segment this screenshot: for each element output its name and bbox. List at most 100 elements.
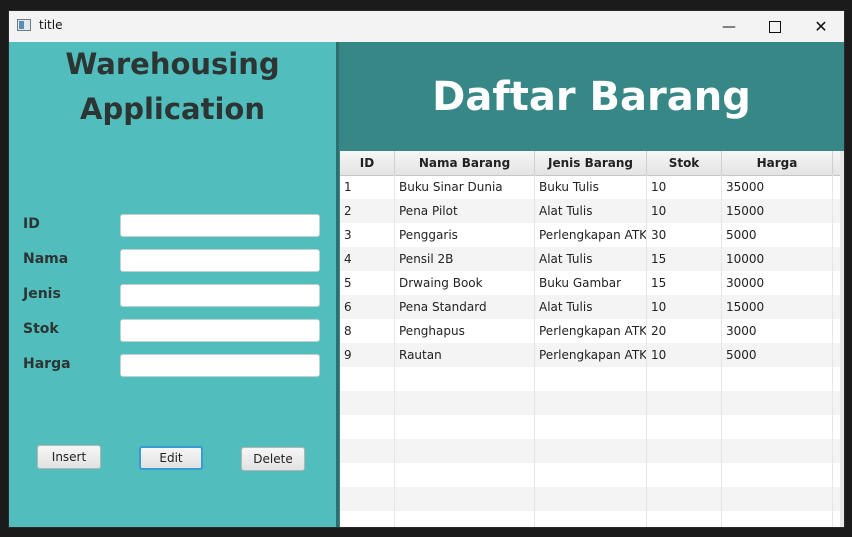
table-cell (395, 463, 535, 487)
table-cell: 3000 (722, 319, 833, 343)
stok-field[interactable] (120, 319, 320, 342)
table-cell: Pena Standard (395, 295, 535, 319)
table-cell: 2 (340, 199, 395, 223)
table-cell (535, 463, 647, 487)
items-table[interactable]: ID Nama Barang Jenis Barang Stok Harga 1… (340, 151, 840, 527)
delete-button[interactable]: Delete (241, 447, 305, 471)
harga-field[interactable] (120, 354, 320, 377)
table-row[interactable]: 5 Drwaing Book Buku Gambar 15 30000 (340, 271, 840, 295)
table-cell (647, 511, 722, 527)
id-field[interactable] (120, 214, 320, 237)
table-row[interactable]: 4 Pensil 2B Alat Tulis 15 10000 (340, 247, 840, 271)
table-cell (535, 511, 647, 527)
table-cell (340, 463, 395, 487)
maximize-button[interactable] (752, 11, 798, 42)
id-label: ID (23, 216, 40, 232)
table-cell: 15000 (722, 199, 833, 223)
table-row[interactable]: 1 Buku Sinar Dunia Buku Tulis 10 35000 (340, 175, 840, 199)
close-icon: ✕ (814, 17, 828, 36)
table-cell (535, 439, 647, 463)
table-cell: 10 (647, 343, 722, 367)
stok-label: Stok (23, 321, 59, 337)
app-heading: Warehousing Application (9, 42, 336, 132)
column-header-harga[interactable]: Harga (722, 151, 833, 175)
table-cell: Penggaris (395, 223, 535, 247)
empty-table-row[interactable] (340, 463, 840, 487)
nama-field[interactable] (120, 249, 320, 272)
table-cell (340, 487, 395, 511)
table-row[interactable]: 2 Pena Pilot Alat Tulis 10 15000 (340, 199, 840, 223)
empty-table-row[interactable] (340, 439, 840, 463)
table-cell: 30 (647, 223, 722, 247)
table-cell (722, 415, 833, 439)
table-cell (395, 487, 535, 511)
table-cell: 10 (647, 175, 722, 199)
table-cell: Pena Pilot (395, 199, 535, 223)
table-scrollbar[interactable] (840, 151, 844, 527)
table-row[interactable]: 8 Penghapus Perlengkapan ATK 20 3000 (340, 319, 840, 343)
table-cell: 5000 (722, 223, 833, 247)
table-cell (395, 391, 535, 415)
window-title: title (39, 18, 63, 32)
column-header-jenis-barang[interactable]: Jenis Barang (535, 151, 647, 175)
table-cell: 10 (647, 199, 722, 223)
table-row[interactable]: 9 Rautan Perlengkapan ATK 10 5000 (340, 343, 840, 367)
table-cell (340, 439, 395, 463)
table-cell: Buku Sinar Dunia (395, 175, 535, 199)
table-cell: 1 (340, 175, 395, 199)
minimize-button[interactable]: — (706, 11, 752, 42)
table-cell: Penghapus (395, 319, 535, 343)
empty-table-row[interactable] (340, 415, 840, 439)
table-cell: Alat Tulis (535, 199, 647, 223)
table-cell: Buku Tulis (535, 175, 647, 199)
table-heading: Daftar Barang (432, 74, 751, 120)
table-cell: Perlengkapan ATK (535, 343, 647, 367)
app-heading-line2: Application (80, 92, 265, 126)
title-bar[interactable]: title — ✕ (9, 11, 844, 42)
column-header-id[interactable]: ID (340, 151, 395, 175)
empty-table-row[interactable] (340, 367, 840, 391)
table-cell (647, 415, 722, 439)
column-header-nama-barang[interactable]: Nama Barang (395, 151, 535, 175)
table-row[interactable]: 6 Pena Standard Alat Tulis 10 15000 (340, 295, 840, 319)
table-cell (395, 439, 535, 463)
table-cell: 10 (647, 295, 722, 319)
empty-table-row[interactable] (340, 391, 840, 415)
column-header-stok[interactable]: Stok (647, 151, 722, 175)
app-icon (17, 19, 31, 31)
empty-table-row[interactable] (340, 511, 840, 527)
table-cell (395, 367, 535, 391)
table-cell: 30000 (722, 271, 833, 295)
table-cell (340, 415, 395, 439)
table-cell (535, 415, 647, 439)
jenis-field[interactable] (120, 284, 320, 307)
table-cell: Buku Gambar (535, 271, 647, 295)
close-button[interactable]: ✕ (798, 11, 844, 42)
table-cell (647, 367, 722, 391)
jenis-label: Jenis (23, 286, 61, 302)
table-cell (395, 511, 535, 527)
table-cell: 15000 (722, 295, 833, 319)
edit-button[interactable]: Edit (139, 446, 203, 470)
table-cell: Perlengkapan ATK (535, 223, 647, 247)
table-cell (722, 439, 833, 463)
maximize-icon (769, 20, 781, 33)
table-cell: 5 (340, 271, 395, 295)
empty-table-row[interactable] (340, 487, 840, 511)
table-cell: Alat Tulis (535, 247, 647, 271)
table-cell (722, 463, 833, 487)
table-cell: Drwaing Book (395, 271, 535, 295)
table-cell: 20 (647, 319, 722, 343)
table-row[interactable]: 3 Penggaris Perlengkapan ATK 30 5000 (340, 223, 840, 247)
app-window: title — ✕ Warehousing Application ID Nam… (8, 10, 845, 528)
table-cell (647, 439, 722, 463)
table-cell: 4 (340, 247, 395, 271)
table-cell: Pensil 2B (395, 247, 535, 271)
minimize-icon: — (722, 18, 736, 35)
table-cell (535, 487, 647, 511)
nama-label: Nama (23, 251, 69, 267)
insert-button[interactable]: Insert (37, 445, 101, 469)
table-cell (340, 367, 395, 391)
table-cell (647, 463, 722, 487)
table-cell (395, 415, 535, 439)
